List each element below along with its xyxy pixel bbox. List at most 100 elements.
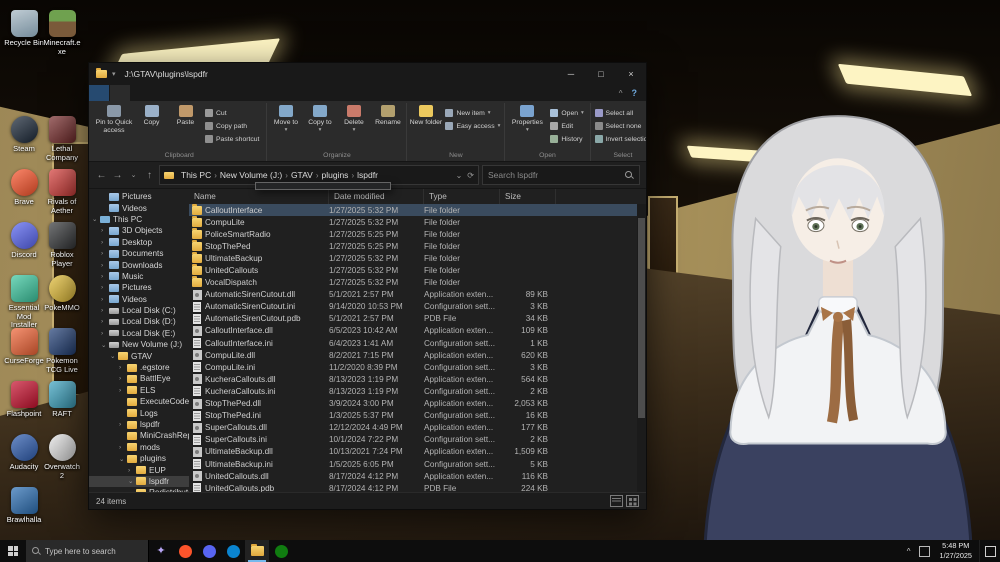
column-header-type[interactable]: Type — [424, 189, 500, 204]
sidebar-tree-item[interactable]: Pictures — [89, 191, 189, 202]
forward-button[interactable]: → — [111, 170, 124, 181]
refresh-icon[interactable]: ⟳ — [467, 171, 474, 180]
column-header-date[interactable]: Date modified — [329, 189, 424, 204]
minimize-button[interactable]: ─ — [556, 63, 586, 85]
ribbon-tab[interactable] — [150, 85, 170, 101]
desktop-shortcut[interactable]: Minecraft.exe — [42, 10, 82, 56]
ribbon-button[interactable]: Move to ▾ — [269, 103, 302, 151]
ribbon-button[interactable]: Pin to Quick access — [94, 103, 134, 151]
tree-expand-icon[interactable]: › — [119, 421, 127, 428]
tree-expand-icon[interactable]: › — [101, 250, 109, 257]
desktop-shortcut[interactable]: Overwatch 2 — [42, 434, 82, 480]
desktop-shortcut[interactable]: Audacity — [4, 434, 44, 472]
file-row[interactable]: SuperCallouts.ini 10/1/2024 7:22 PM Conf… — [189, 434, 646, 446]
taskbar-clock[interactable]: 5:48 PM 1/27/2025 — [933, 541, 979, 561]
tree-expand-icon[interactable]: › — [119, 375, 127, 382]
sidebar-tree-item[interactable]: › Downloads — [89, 259, 189, 270]
tree-expand-icon[interactable]: › — [101, 273, 109, 280]
breadcrumb-item[interactable]: plugins — [319, 170, 352, 180]
ribbon-tab[interactable] — [130, 85, 150, 101]
file-row[interactable]: CalloutInterface.ini 6/4/2023 1:41 AM Co… — [189, 337, 646, 349]
taskbar-app-icon[interactable] — [197, 540, 221, 562]
column-header-name[interactable]: Name — [189, 189, 329, 204]
sidebar-tree-item[interactable]: › BattlEye — [89, 373, 189, 384]
file-row[interactable]: SuperCallouts.dll 12/12/2024 4:49 PM App… — [189, 422, 646, 434]
maximize-button[interactable]: □ — [586, 63, 616, 85]
file-row[interactable]: UnitedCallouts.pdb 8/17/2024 4:12 PM PDB… — [189, 482, 646, 492]
desktop-shortcut[interactable]: Brave — [4, 169, 44, 207]
tree-expand-icon[interactable]: ⌄ — [128, 477, 136, 485]
tree-expand-icon[interactable]: › — [119, 444, 127, 451]
breadcrumb-item[interactable]: GTAV — [288, 170, 316, 180]
back-button[interactable]: ← — [95, 170, 108, 181]
tree-expand-icon[interactable]: ⌄ — [101, 341, 109, 349]
sidebar-tree-item[interactable]: › ELS — [89, 385, 189, 396]
file-row[interactable]: CompuLite.dll 8/2/2021 7:15 PM Applicati… — [189, 349, 646, 361]
ribbon-button[interactable]: Open ▾ — [548, 107, 587, 119]
taskbar-app-icon[interactable]: ✦ — [149, 540, 173, 562]
desktop-shortcut[interactable]: Recycle Bin — [4, 10, 44, 48]
file-row[interactable]: KucheraCallouts.ini 8/13/2023 1:19 PM Co… — [189, 385, 646, 397]
search-box[interactable]: Search lspdfr — [482, 165, 640, 185]
title-bar[interactable]: ▾ J:\GTAV\plugins\lspdfr ─ □ × — [89, 63, 646, 85]
tree-expand-icon[interactable]: › — [101, 227, 109, 234]
desktop-shortcut[interactable]: CurseForge — [4, 328, 44, 366]
tree-expand-icon[interactable]: › — [101, 318, 109, 325]
sidebar-tree-item[interactable]: › Local Disk (D:) — [89, 316, 189, 327]
sidebar-tree-item[interactable]: › Pictures — [89, 282, 189, 293]
action-center-button[interactable] — [979, 540, 1000, 562]
ribbon-tab[interactable] — [89, 85, 109, 101]
file-row[interactable]: UnitedCallouts 1/27/2025 5:32 PM File fo… — [189, 264, 646, 276]
desktop-shortcut[interactable]: Pokemon TCG Live — [42, 328, 82, 374]
sidebar-tree-item[interactable]: ⌄ This PC — [89, 214, 189, 225]
sidebar-tree-item[interactable]: › mods — [89, 442, 189, 453]
quick-access-toolbar-caret[interactable]: ▾ — [112, 70, 116, 78]
tree-expand-icon[interactable]: › — [119, 364, 127, 371]
file-row[interactable]: UltimateBackup.dll 10/13/2021 7:24 PM Ap… — [189, 446, 646, 458]
file-row[interactable]: UnitedCallouts.dll 8/17/2024 4:12 PM App… — [189, 470, 646, 482]
file-row[interactable]: StopThePed.ini 1/3/2025 5:37 PM Configur… — [189, 410, 646, 422]
taskbar-app-icon[interactable] — [173, 540, 197, 562]
sidebar-tree-item[interactable]: › 3D Objects — [89, 225, 189, 236]
desktop-shortcut[interactable]: RAFT — [42, 381, 82, 419]
ribbon-button[interactable]: New item ▾ — [443, 107, 502, 119]
tree-expand-icon[interactable]: › — [101, 239, 109, 246]
taskbar-app-icon[interactable] — [269, 540, 293, 562]
breadcrumb-item[interactable]: New Volume (J:) — [217, 170, 285, 180]
ribbon-button[interactable]: New folder — [409, 103, 442, 151]
ribbon-button[interactable]: Cut — [203, 107, 264, 119]
ribbon-button[interactable]: Easy access ▾ — [443, 120, 502, 132]
ribbon-button[interactable]: Copy to ▾ — [303, 103, 336, 151]
taskbar-app-icon[interactable] — [221, 540, 245, 562]
desktop-shortcut[interactable]: Lethal Company — [42, 116, 82, 162]
sidebar-tree-item[interactable]: ⌄ GTAV — [89, 350, 189, 361]
ribbon-button[interactable]: Copy path — [203, 120, 264, 132]
ribbon-tab[interactable] — [110, 85, 130, 101]
ribbon-button[interactable]: Properties ▾ — [507, 103, 547, 151]
ribbon-button[interactable]: Paste — [169, 103, 202, 151]
file-row[interactable]: StopThePed.dll 3/9/2024 3:00 PM Applicat… — [189, 398, 646, 410]
desktop-shortcut[interactable]: Steam — [4, 116, 44, 154]
sidebar-tree-item[interactable]: MiniCrashReports — [89, 430, 189, 441]
address-dropdown-icon[interactable]: ⌄ — [456, 171, 463, 180]
sidebar-tree-item[interactable]: › .egstore — [89, 362, 189, 373]
breadcrumb-item[interactable]: This PC — [178, 170, 214, 180]
sidebar-tree-item[interactable]: Videos — [89, 202, 189, 213]
desktop-shortcut[interactable]: PokeMMO — [42, 275, 82, 313]
sidebar-tree-item[interactable]: ⌄ New Volume (J:) — [89, 339, 189, 350]
sidebar-tree-item[interactable]: › Local Disk (C:) — [89, 305, 189, 316]
tree-expand-icon[interactable]: › — [101, 330, 109, 337]
sidebar-tree-item[interactable]: ⌄ plugins — [89, 453, 189, 464]
details-view-toggle-icon[interactable] — [610, 495, 623, 507]
desktop-shortcut[interactable]: Brawlhalla — [4, 487, 44, 525]
sidebar-tree-item[interactable]: › lspdfr — [89, 419, 189, 430]
thumbnail-view-toggle-icon[interactable] — [626, 495, 639, 507]
taskbar-search-box[interactable]: Type here to search — [26, 540, 149, 562]
ribbon-button[interactable]: Edit — [548, 120, 587, 132]
desktop-shortcut[interactable]: Flashpoint — [4, 381, 44, 419]
tree-expand-icon[interactable]: ⌄ — [119, 455, 127, 463]
sidebar-tree-item[interactable]: › Local Disk (E:) — [89, 328, 189, 339]
start-button[interactable] — [0, 540, 26, 562]
desktop-shortcut[interactable]: Essential Mod Installer — [4, 275, 44, 330]
sidebar-tree-item[interactable]: › Documents — [89, 248, 189, 259]
